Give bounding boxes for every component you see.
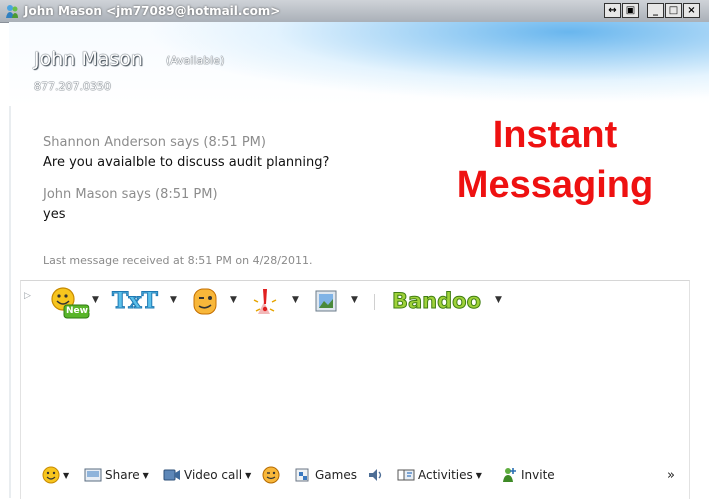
nudge-button[interactable] <box>248 286 282 318</box>
bottom-toolbar: ▼ Share ▼ Video call ▼ Games Activities … <box>40 464 700 486</box>
activities-icon <box>397 469 415 481</box>
wink-emoticon-button[interactable] <box>190 286 220 318</box>
activities-label: Activities <box>418 468 473 482</box>
title-bar: John Mason <jm77089@hotmail.com> ↔ ▣ _ □… <box>0 0 709 23</box>
chevron-down-icon: ▼ <box>245 470 252 480</box>
toolbar-divider <box>374 294 375 310</box>
overlay-caption: Instant Messaging <box>430 110 680 210</box>
chevron-down-icon: ▼ <box>142 470 149 480</box>
wink-icon <box>262 466 280 484</box>
contact-phone: 877.207.0350 <box>34 80 111 93</box>
message-text: yes <box>43 207 66 222</box>
share-icon <box>84 468 102 482</box>
chevron-down-icon: ▼ <box>475 470 482 480</box>
new-badge: New! <box>66 306 93 316</box>
message-text: Are you avaialble to discuss audit plann… <box>43 155 330 170</box>
message-sender: John Mason says (8:51 PM) <box>43 187 218 202</box>
video-call-button[interactable]: Video call ▼ <box>163 464 251 486</box>
more-options-button[interactable]: » <box>667 464 675 486</box>
txt-button[interactable]: TxT <box>112 286 160 318</box>
close-button[interactable]: × <box>683 3 700 18</box>
emoticon-new-button[interactable]: New! <box>50 286 93 319</box>
emoticon-menu-button[interactable]: ▼ <box>42 464 69 486</box>
compact-view-button[interactable]: ↔ <box>604 3 621 18</box>
expand-arrow-icon[interactable]: ▷ <box>24 291 31 301</box>
contact-name[interactable]: John Mason <box>34 48 143 70</box>
txt-label: TxT <box>112 288 159 315</box>
maximize-button[interactable]: □ <box>665 3 682 18</box>
video-call-label: Video call <box>184 468 243 482</box>
chevron-down-icon[interactable]: ▼ <box>495 295 502 305</box>
games-button[interactable]: Games <box>294 464 357 486</box>
picture-icon <box>315 290 337 312</box>
alert-burst-icon <box>253 289 277 314</box>
send-photo-button[interactable] <box>312 286 342 318</box>
smiley-icon <box>42 466 60 484</box>
restore-layout-button[interactable]: ▣ <box>622 3 639 18</box>
add-contact-icon <box>503 468 516 482</box>
games-icon <box>295 468 309 482</box>
invite-button[interactable]: Invite <box>500 464 555 486</box>
contact-status: (Available) <box>166 54 225 67</box>
message-sender: Shannon Anderson says (8:51 PM) <box>43 135 266 150</box>
bandoo-logo: Bandoo <box>391 289 482 314</box>
messenger-buddy-icon <box>6 5 18 18</box>
window-title: John Mason <jm77089@hotmail.com> <box>24 4 281 18</box>
overlay-line: Instant <box>492 114 618 156</box>
share-label: Share <box>105 468 140 482</box>
overlay-line: Messaging <box>456 164 654 206</box>
bandoo-button[interactable]: Bandoo <box>391 286 488 318</box>
chevron-down-icon[interactable]: ▼ <box>230 295 237 305</box>
chevron-down-icon: ▼ <box>63 470 70 480</box>
chevron-down-icon[interactable]: ▼ <box>92 295 99 305</box>
last-message-timestamp: Last message received at 8:51 PM on 4/28… <box>43 254 313 267</box>
speaker-icon <box>369 469 382 481</box>
chevron-down-icon[interactable]: ▼ <box>292 295 299 305</box>
wink-face-icon <box>193 288 217 315</box>
left-border <box>9 106 11 498</box>
chevron-down-icon[interactable]: ▼ <box>351 295 358 305</box>
games-label: Games <box>315 468 357 482</box>
contact-header: John Mason (Available) 877.207.0350 <box>9 22 709 106</box>
voice-clip-button[interactable] <box>367 464 388 486</box>
share-button[interactable]: Share ▼ <box>84 464 149 486</box>
video-camera-icon <box>163 469 180 481</box>
chevron-down-icon[interactable]: ▼ <box>170 295 177 305</box>
minimize-button[interactable]: _ <box>647 3 664 18</box>
activities-button[interactable]: Activities ▼ <box>397 464 482 486</box>
invite-label: Invite <box>521 468 555 482</box>
wink-button[interactable] <box>262 464 283 486</box>
